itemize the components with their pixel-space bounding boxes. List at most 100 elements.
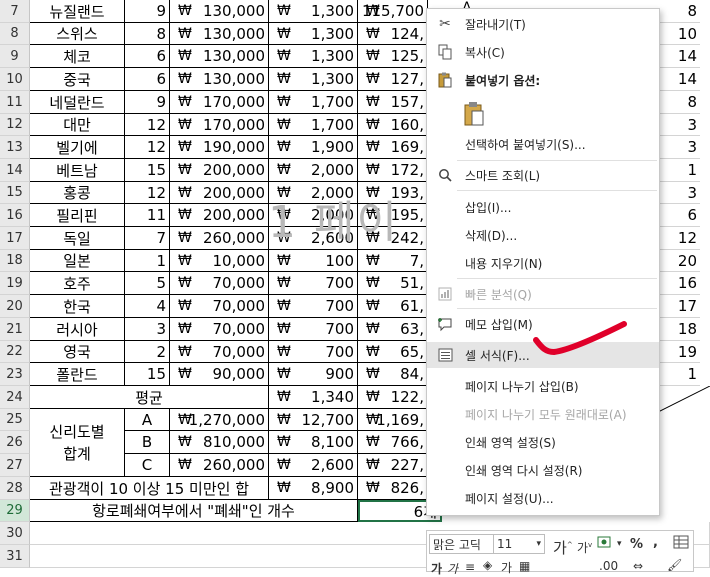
italic-button[interactable]: 가 xyxy=(447,560,458,577)
menu-item-reset-print-area[interactable]: 인쇄 영역 다시 설정(R) xyxy=(427,457,659,483)
count-cell[interactable]: 4 xyxy=(125,295,170,318)
count-cell[interactable]: 8 xyxy=(125,23,170,45)
menu-item-delete[interactable]: 삭제(D)... xyxy=(427,222,659,248)
paste-option-button[interactable] xyxy=(463,101,491,129)
country-cell[interactable]: 홍콩 xyxy=(30,182,125,204)
right-value-cell[interactable]: 10 xyxy=(660,23,700,45)
row-header[interactable]: 7 xyxy=(0,0,30,23)
count-cell[interactable]: 15 xyxy=(125,159,170,182)
count-cell[interactable]: 11 xyxy=(125,204,170,227)
font-grow-icon[interactable]: 가^ xyxy=(553,537,573,558)
right-value-cell[interactable]: 8 xyxy=(660,91,700,114)
merge-icon[interactable]: ⇔ xyxy=(633,559,643,573)
count-cell[interactable]: 6 xyxy=(125,68,170,91)
country-cell[interactable]: 영국 xyxy=(30,341,125,363)
row-header[interactable]: 9 xyxy=(0,45,30,68)
row-header[interactable]: 24 xyxy=(0,386,30,409)
row-header[interactable]: 27 xyxy=(0,454,30,477)
row-header[interactable]: 13 xyxy=(0,136,30,159)
country-cell[interactable]: 중국 xyxy=(30,68,125,91)
row-header[interactable]: 15 xyxy=(0,182,30,204)
menu-item-smart-lookup[interactable]: 스마트 조회(L) xyxy=(427,162,659,188)
decrease-decimal-icon[interactable]: .00 xyxy=(599,559,618,573)
menu-item-clear-contents[interactable]: 내용 지우기(N) xyxy=(427,250,659,276)
font-name-box[interactable]: 맑은 고딕 xyxy=(429,534,495,554)
row-header[interactable]: 29 xyxy=(0,500,30,522)
count-cell[interactable]: 9 xyxy=(125,91,170,114)
row-header[interactable]: 19 xyxy=(0,272,30,295)
group-label-cell[interactable]: 신리도별 합계 xyxy=(30,409,125,477)
average-label-cell[interactable]: 평균 xyxy=(30,386,269,409)
menu-item-page-setup[interactable]: 페이지 설정(U)... xyxy=(427,485,659,511)
font-shrink-icon[interactable]: 가v xyxy=(577,539,592,556)
count-cell[interactable]: 12 xyxy=(125,182,170,204)
country-cell[interactable]: 벨기에 xyxy=(30,136,125,159)
count-cell[interactable]: 5 xyxy=(125,272,170,295)
row-header[interactable]: 20 xyxy=(0,295,30,318)
group-key-cell[interactable]: A xyxy=(125,409,170,431)
closed-count-label-cell[interactable]: 항로폐쇄여부에서 "폐쇄"인 개수 xyxy=(30,500,358,522)
right-value-cell[interactable]: 20 xyxy=(660,250,700,272)
count-cell[interactable]: 7 xyxy=(125,227,170,250)
row-header[interactable]: 26 xyxy=(0,431,30,454)
count-cell[interactable]: 12 xyxy=(125,114,170,136)
menu-item-set-print-area[interactable]: 인쇄 영역 설정(S) xyxy=(427,429,659,455)
count-cell[interactable]: 15 xyxy=(125,363,170,386)
right-value-cell[interactable]: 14 xyxy=(660,45,700,68)
right-value-cell[interactable]: 14 xyxy=(660,68,700,91)
row-header[interactable]: 21 xyxy=(0,318,30,341)
row-header[interactable]: 11 xyxy=(0,91,30,114)
right-value-cell[interactable]: 6 xyxy=(660,204,700,227)
country-cell[interactable]: 필리핀 xyxy=(30,204,125,227)
country-cell[interactable]: 베트남 xyxy=(30,159,125,182)
right-value-cell[interactable]: 1 xyxy=(660,159,700,182)
right-value-cell[interactable]: 16 xyxy=(660,272,700,295)
country-cell[interactable]: 러시아 xyxy=(30,318,125,341)
menu-item-insert-page-break[interactable]: 페이지 나누기 삽입(B) xyxy=(427,373,659,399)
country-cell[interactable]: 호주 xyxy=(30,272,125,295)
fill-color-icon[interactable]: ◈ xyxy=(483,558,492,572)
right-value-cell[interactable]: 12 xyxy=(660,227,700,250)
row-header[interactable]: 23 xyxy=(0,363,30,386)
count-cell[interactable]: 9 xyxy=(125,0,170,23)
right-value-cell[interactable]: 3 xyxy=(660,136,700,159)
row-header[interactable]: 8 xyxy=(0,23,30,45)
borders-icon[interactable]: ▦ xyxy=(519,559,530,573)
table-format-icon[interactable] xyxy=(673,535,689,553)
row-header[interactable]: 31 xyxy=(0,545,30,568)
percent-style-button[interactable]: % xyxy=(630,537,643,552)
accounting-format-icon[interactable] xyxy=(597,535,615,555)
comma-style-button[interactable]: , xyxy=(653,535,658,550)
right-value-cell[interactable]: 3 xyxy=(660,114,700,136)
font-size-box[interactable]: 11 ▾ xyxy=(493,534,545,554)
row-header[interactable]: 12 xyxy=(0,114,30,136)
count-cell[interactable]: 3 xyxy=(125,318,170,341)
group-key-cell[interactable]: C xyxy=(125,454,170,477)
right-value-cell[interactable]: 19 xyxy=(660,341,700,363)
country-cell[interactable]: 한국 xyxy=(30,295,125,318)
row-header[interactable]: 25 xyxy=(0,409,30,431)
row-header[interactable]: 17 xyxy=(0,227,30,250)
right-value-cell[interactable]: 17 xyxy=(660,295,700,318)
font-color-icon[interactable]: 가 xyxy=(501,559,512,576)
right-value-cell[interactable]: 18 xyxy=(660,318,700,341)
menu-item-cut[interactable]: ✂ 잘라내기(T) xyxy=(427,11,659,37)
country-cell[interactable]: 체코 xyxy=(30,45,125,68)
menu-item-paste-special[interactable]: 선택하여 붙여넣기(S)... xyxy=(427,131,659,157)
row-header[interactable]: 22 xyxy=(0,341,30,363)
right-value-cell[interactable]: 8 xyxy=(660,0,700,23)
row-header[interactable]: 30 xyxy=(0,522,30,545)
country-cell[interactable]: 대만 xyxy=(30,114,125,136)
count-cell[interactable]: 1 xyxy=(125,250,170,272)
country-cell[interactable]: 뉴질랜드 xyxy=(30,0,125,23)
row-header[interactable]: 10 xyxy=(0,68,30,91)
menu-item-copy[interactable]: 복사(C) xyxy=(427,39,659,65)
row-header[interactable]: 14 xyxy=(0,159,30,182)
bold-button[interactable]: 가 xyxy=(431,560,442,577)
count-cell[interactable]: 6 xyxy=(125,45,170,68)
country-cell[interactable]: 일본 xyxy=(30,250,125,272)
tourist-sum-label-cell[interactable]: 관광객이 10 이상 15 미만인 합 xyxy=(30,477,269,500)
country-cell[interactable]: 네덜란드 xyxy=(30,91,125,114)
row-header[interactable]: 18 xyxy=(0,250,30,272)
country-cell[interactable]: 스위스 xyxy=(30,23,125,45)
